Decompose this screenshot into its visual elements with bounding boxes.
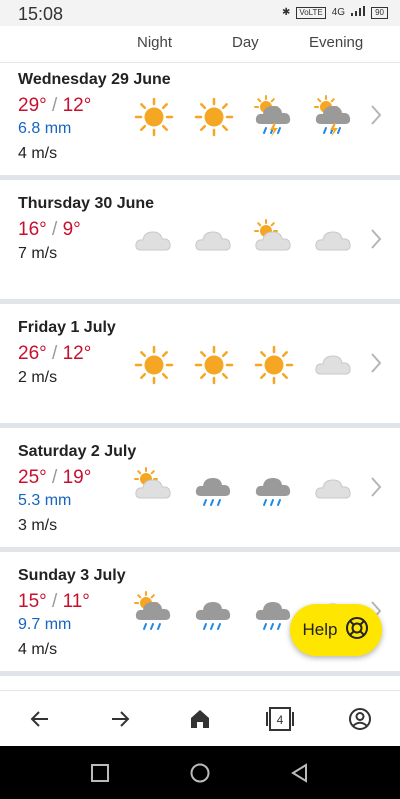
temperature-range: 26° / 12°: [18, 343, 91, 365]
day-title: Sunday 3 July: [18, 567, 126, 584]
temp-low: 12°: [62, 343, 92, 364]
status-bar: 15:08 ✱ VoLTE 4G 90: [0, 0, 400, 26]
cloud-icon: [312, 343, 356, 387]
day-title: Friday 1 July: [18, 319, 116, 336]
wind-speed: 3 m/s: [18, 517, 58, 534]
temperature-range: 15° / 11°: [18, 591, 90, 613]
signal-icon: [351, 6, 366, 19]
sun-icon: [132, 343, 176, 387]
sun-icon: [132, 95, 176, 139]
temp-high: 25°: [18, 467, 47, 488]
help-label: Help: [302, 620, 338, 639]
temp-high: 16°: [18, 219, 47, 240]
chevron-right-icon[interactable]: [367, 103, 385, 127]
wind-speed: 7 m/s: [18, 245, 58, 262]
temp-separator: /: [46, 467, 63, 488]
account-icon[interactable]: [346, 705, 374, 733]
chevron-right-icon[interactable]: [367, 475, 385, 499]
cloud-sun-thunder-rain-icon: [252, 95, 296, 139]
temp-separator: /: [46, 343, 63, 364]
day-title: Saturday 2 July: [18, 443, 137, 460]
android-back-icon[interactable]: [289, 762, 311, 784]
status-time: 15:08: [18, 4, 64, 24]
temp-low: 19°: [62, 467, 92, 488]
recents-icon[interactable]: [89, 762, 111, 784]
temperature-range: 25° / 19°: [18, 467, 91, 489]
sun-icon: [192, 95, 236, 139]
wind-speed: 4 m/s: [18, 145, 58, 162]
lifebuoy-icon: [345, 616, 369, 645]
android-home-icon[interactable]: [189, 762, 211, 784]
temp-low: 11°: [62, 591, 90, 612]
temp-high: 15°: [18, 591, 47, 612]
cloud-rain-icon: [192, 467, 236, 511]
temp-low: 12°: [62, 95, 92, 116]
wind-speed: 2 m/s: [18, 369, 58, 386]
temp-separator: /: [46, 591, 63, 612]
partly-cloudy-icon: [132, 467, 176, 511]
partly-cloudy-icon: [252, 219, 296, 263]
help-button[interactable]: Help: [290, 604, 382, 656]
back-arrow-icon[interactable]: [26, 705, 54, 733]
tab-count: 4: [277, 713, 284, 727]
status-icons: ✱ VoLTE 4G 90: [282, 6, 388, 19]
temp-low: 9°: [62, 219, 81, 240]
bluetooth-icon: ✱: [281, 7, 291, 18]
temp-high: 29°: [18, 95, 47, 116]
tabs-button[interactable]: 4: [266, 705, 294, 733]
cloud-icon: [192, 219, 236, 263]
precipitation: 6.8 mm: [18, 120, 72, 137]
cloud-sun-thunder-rain-icon: [312, 95, 356, 139]
tabs-icon: 4: [266, 707, 294, 731]
cloud-rain-icon: [252, 467, 296, 511]
precipitation: 9.7 mm: [18, 616, 72, 633]
day-card[interactable]: Saturday 2 July 25° / 19° 5.3 mm 3 m/s: [0, 435, 400, 552]
day-card[interactable]: Friday 1 July 26° / 12° 2 m/s: [0, 311, 400, 428]
battery-icon: 90: [371, 6, 388, 19]
day-title: Thursday 30 June: [18, 195, 155, 212]
android-nav-bar: [0, 746, 400, 799]
chevron-right-icon[interactable]: [367, 227, 385, 251]
home-icon[interactable]: [186, 705, 214, 733]
sun-icon: [192, 343, 236, 387]
temperature-range: 29° / 12°: [18, 95, 91, 117]
cloud-icon: [312, 467, 356, 511]
chevron-right-icon[interactable]: [367, 351, 385, 375]
temperature-range: 16° / 9°: [18, 219, 81, 241]
day-card[interactable]: Thursday 30 June 16° / 9° 7 m/s: [0, 187, 400, 304]
network-label: 4G: [331, 7, 346, 18]
temp-separator: /: [46, 219, 63, 240]
column-header: Night Day Evening: [0, 26, 400, 63]
sun-icon: [252, 343, 296, 387]
cloud-icon: [132, 219, 176, 263]
temp-high: 26°: [18, 343, 47, 364]
column-night-label: Night: [137, 34, 173, 51]
volte-badge: VoLTE: [296, 6, 326, 19]
column-evening-label: Evening: [309, 34, 364, 51]
cloud-sun-rain-icon: [132, 591, 176, 635]
temp-separator: /: [46, 95, 63, 116]
bottom-nav: 4: [0, 690, 400, 747]
wind-speed: 4 m/s: [18, 641, 58, 658]
day-title: Wednesday 29 June: [18, 71, 171, 88]
cloud-rain-icon: [192, 591, 236, 635]
column-day-label: Day: [232, 34, 259, 51]
day-card[interactable]: Wednesday 29 June 29° / 12° 6.8 mm 4 m/s: [0, 63, 400, 180]
forward-arrow-icon[interactable]: [106, 705, 134, 733]
precipitation: 5.3 mm: [18, 492, 72, 509]
cloud-icon: [312, 219, 356, 263]
